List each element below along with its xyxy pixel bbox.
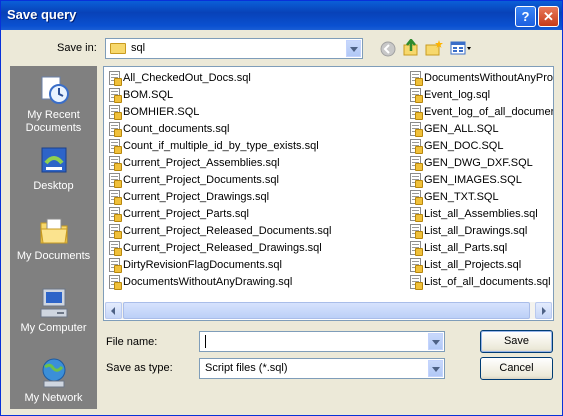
- file-name-text: Current_Project_Documents.sql: [123, 174, 279, 186]
- back-icon[interactable]: [379, 40, 397, 58]
- file-name-text: List_all_Drawings.sql: [424, 225, 528, 237]
- close-button[interactable]: ✕: [538, 6, 559, 27]
- file-name-text: List_of_all_documents.sql: [424, 276, 551, 288]
- file-name-input[interactable]: [199, 331, 445, 352]
- file-name-text: GEN_IMAGES.SQL: [424, 174, 522, 186]
- place-label: My Network: [24, 392, 83, 404]
- place-my-network[interactable]: My Network: [10, 357, 97, 405]
- place-label: My Documents: [16, 250, 91, 262]
- sql-file-icon: [109, 190, 122, 205]
- sql-file-icon: [109, 275, 122, 290]
- place-label: My Recent Documents: [25, 109, 82, 134]
- save-as-type-label: Save as type:: [106, 362, 173, 374]
- desktop-icon: [38, 145, 70, 177]
- sql-file-icon: [410, 241, 423, 256]
- file-name-text: All_CheckedOut_Docs.sql: [123, 72, 251, 84]
- file-name-text: List_all_Parts.sql: [424, 242, 508, 254]
- sql-file-icon: [109, 224, 122, 239]
- sql-file-icon: [410, 71, 423, 86]
- file-name-text: Event_log_of_all_documer: [424, 106, 554, 118]
- sql-file-icon: [109, 156, 122, 171]
- sql-file-icon: [109, 173, 122, 188]
- scroll-right-button[interactable]: [535, 302, 552, 319]
- sql-file-icon: [410, 275, 423, 290]
- file-name-text: Current_Project_Assemblies.sql: [123, 157, 280, 169]
- file-name-text: GEN_DWG_DXF.SQL: [424, 157, 533, 169]
- file-name-text: Current_Project_Parts.sql: [123, 208, 249, 220]
- file-name-text: DocumentsWithoutAnyDrawing.sql: [123, 276, 293, 288]
- folder-icon: [110, 43, 126, 54]
- sql-file-icon: [410, 156, 423, 171]
- sql-file-icon: [410, 173, 423, 188]
- sql-file-icon: [109, 122, 122, 137]
- sql-file-icon: [109, 105, 122, 120]
- sql-file-icon: [109, 241, 122, 256]
- views-menu-icon[interactable]: [450, 39, 472, 57]
- chevron-down-icon[interactable]: [428, 333, 443, 350]
- title-bar[interactable]: Save query ? ✕: [1, 1, 562, 30]
- file-name-text: BOMHIER.SQL: [123, 106, 200, 118]
- place-desktop[interactable]: Desktop: [10, 145, 97, 193]
- file-name-text: Count_if_multiple_id_by_type_exists.sql: [123, 140, 319, 152]
- sql-file-icon: [410, 258, 423, 273]
- place-my-recent-documents[interactable]: My Recent Documents: [10, 74, 97, 135]
- my-network-icon: [38, 357, 70, 389]
- cancel-button[interactable]: Cancel: [480, 357, 553, 380]
- sql-file-icon: [109, 207, 122, 222]
- my-computer-icon: [38, 287, 70, 319]
- sql-file-icon: [410, 190, 423, 205]
- sql-file-icon: [109, 88, 122, 103]
- places-bar: My Recent Documents Desktop My Documents…: [10, 66, 97, 409]
- sql-file-icon: [109, 139, 122, 154]
- sql-file-icon: [410, 224, 423, 239]
- window-title: Save query: [7, 7, 77, 22]
- new-folder-icon[interactable]: [425, 39, 443, 57]
- file-name-label: File name:: [106, 336, 158, 348]
- scrollbar-thumb[interactable]: [123, 302, 530, 319]
- sql-file-icon: [410, 207, 423, 222]
- place-label: Desktop: [33, 180, 74, 192]
- sql-file-icon: [109, 258, 122, 273]
- save-in-dropdown[interactable]: sql: [105, 38, 363, 59]
- help-button[interactable]: ?: [515, 6, 536, 27]
- up-folder-icon[interactable]: [402, 37, 420, 57]
- place-my-computer[interactable]: My Computer: [10, 287, 97, 335]
- save-as-type-dropdown[interactable]: Script files (*.sql): [199, 358, 445, 379]
- recent-documents-icon: [38, 74, 70, 106]
- file-name-text: DocumentsWithoutAnyPro: [424, 72, 553, 84]
- save-in-value: sql: [131, 42, 146, 54]
- text-cursor: [205, 335, 206, 348]
- chevron-down-icon[interactable]: [346, 40, 361, 57]
- save-in-label: Save in:: [57, 42, 97, 54]
- file-name-text: Current_Project_Released_Drawings.sql: [123, 242, 322, 254]
- file-name-text: DirtyRevisionFlagDocuments.sql: [123, 259, 282, 271]
- save-as-type-value: Script files (*.sql): [205, 362, 288, 374]
- place-label: My Computer: [20, 322, 87, 334]
- file-name-text: GEN_ALL.SQL: [424, 123, 499, 135]
- scroll-left-button[interactable]: [105, 302, 122, 319]
- sql-file-icon: [109, 71, 122, 86]
- chevron-down-icon[interactable]: [428, 360, 443, 377]
- sql-file-icon: [410, 122, 423, 137]
- sql-file-icon: [410, 88, 423, 103]
- sql-file-icon: [410, 105, 423, 120]
- file-name-text: List_all_Assemblies.sql: [424, 208, 538, 220]
- my-documents-icon: [38, 215, 70, 247]
- file-name-text: GEN_DOC.SQL: [424, 140, 504, 152]
- file-name-text: Count_documents.sql: [123, 123, 230, 135]
- file-list[interactable]: All_CheckedOut_Docs.sql BOM.SQL BOMHIER.SQ…: [103, 66, 554, 321]
- file-name-text: Event_log.sql: [424, 89, 491, 101]
- save-query-dialog: Save query ? ✕ Save in: sql My Recent Do…: [0, 0, 563, 416]
- file-name-text: BOM.SQL: [123, 89, 174, 101]
- file-name-text: Current_Project_Drawings.sql: [123, 191, 270, 203]
- file-name-text: Current_Project_Released_Documents.sql: [123, 225, 332, 237]
- place-my-documents[interactable]: My Documents: [10, 215, 97, 263]
- file-name-text: GEN_TXT.SQL: [424, 191, 499, 203]
- save-button[interactable]: Save: [480, 330, 553, 353]
- horizontal-scrollbar[interactable]: [105, 302, 552, 319]
- sql-file-icon: [410, 139, 423, 154]
- file-name-text: List_all_Projects.sql: [424, 259, 522, 271]
